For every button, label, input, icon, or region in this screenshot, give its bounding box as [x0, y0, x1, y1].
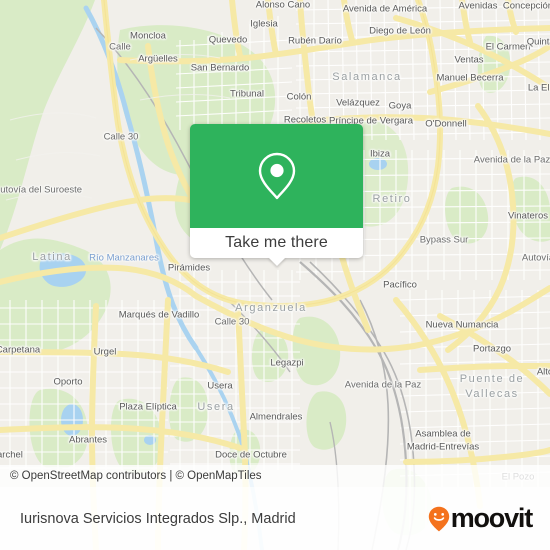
moovit-logo[interactable]: moovit [428, 505, 550, 532]
footer-bar: Iurisnova Servicios Integrados Slp., Mad… [0, 487, 550, 550]
popup-action[interactable]: Take me there [190, 228, 363, 266]
popup-pointer [267, 257, 286, 266]
map-screen: Alonso Cano Avenida de América Avenidas Con… [0, 0, 550, 550]
location-title: Iurisnova Servicios Integrados Slp., Mad… [20, 510, 296, 527]
moovit-pin-smiley-icon [428, 506, 449, 531]
moovit-wordmark: moovit [450, 503, 534, 533]
map-attribution-text[interactable]: © OpenStreetMap contributors | © OpenMap… [0, 470, 262, 482]
map-pin-icon [258, 152, 295, 200]
take-me-there-label: Take me there [225, 234, 328, 251]
map-attribution-bar: © OpenStreetMap contributors | © OpenMap… [0, 465, 550, 487]
destination-popup[interactable]: Take me there [190, 124, 363, 266]
popup-header [190, 124, 363, 228]
